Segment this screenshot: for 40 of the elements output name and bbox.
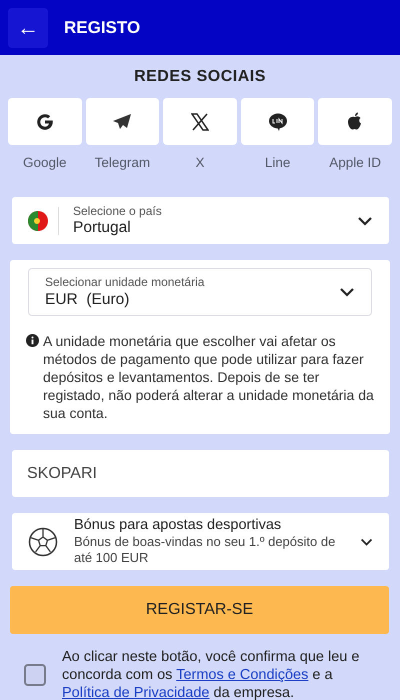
social-label: Line [264,154,292,172]
currency-select[interactable]: Selecionar unidade monetária EUR (Euro) [28,268,372,316]
g-letter-icon [34,112,55,132]
register-button[interactable]: REGISTAR-SE [10,586,389,634]
field-label: Selecione o país [73,204,163,218]
bonus-title: Bónus para apostas desportivas [74,517,282,534]
paper-plane-icon [112,112,132,130]
field-value: Portugal [73,218,132,238]
social-login-button[interactable] [240,98,314,145]
chevron-down-icon [339,287,355,298]
chevron-down-icon [357,216,373,226]
social-login-button[interactable] [318,98,392,145]
social-login-button[interactable] [86,98,160,145]
field-value: EUR (Euro) [45,290,130,310]
country-select[interactable]: Selecione o país Portugal [12,197,389,244]
consent-checkbox[interactable] [24,664,46,686]
flag-icon [28,210,48,231]
promo-code-field[interactable]: SKOPARI [12,450,389,498]
apple-icon [347,112,364,131]
back-button[interactable]: ← [8,8,48,48]
chevron-down-icon [360,536,373,547]
terms-link[interactable]: Termos e Condições [176,667,308,684]
privacy-link[interactable]: Política de Privacidade [62,685,210,700]
bonus-select[interactable]: Bónus para apostas desportivas Bónus de boas-vindas no seu 1.º depósito de até 100 EUR [12,513,389,570]
section-title: REDES SOCIAIS [133,67,267,87]
social-label: Apple ID [328,154,382,172]
soccer-ball-icon [28,526,58,557]
social-label: Telegram [94,154,152,172]
social-label: Google [22,154,68,172]
field-label: Selecionar unidade monetária [45,275,206,290]
info-text: A unidade monetária que escolher vai afetar os métodos de pagamento que pode utilizar para fazer depósitos e levantamentos. Depois de se ter registado, não poderá alterar a unidade monetária da sua conta. [43,332,375,422]
consent-text: Ao clicar neste botão, você confirma que leu e concorda com os Termos e Condições e a Política de Privacidade da empresa. [62,648,360,700]
social-login-button[interactable] [163,98,237,145]
page-title: REGISTO [64,16,140,39]
social-label: X [194,154,206,172]
social-login-button[interactable] [8,98,82,145]
info-icon [26,334,39,348]
x-logo-icon [190,112,209,130]
bonus-description: Bónus de boas-vindas no seu 1.º depósito de até 100 EUR [74,534,336,566]
speech-bubble-icon [268,112,288,132]
